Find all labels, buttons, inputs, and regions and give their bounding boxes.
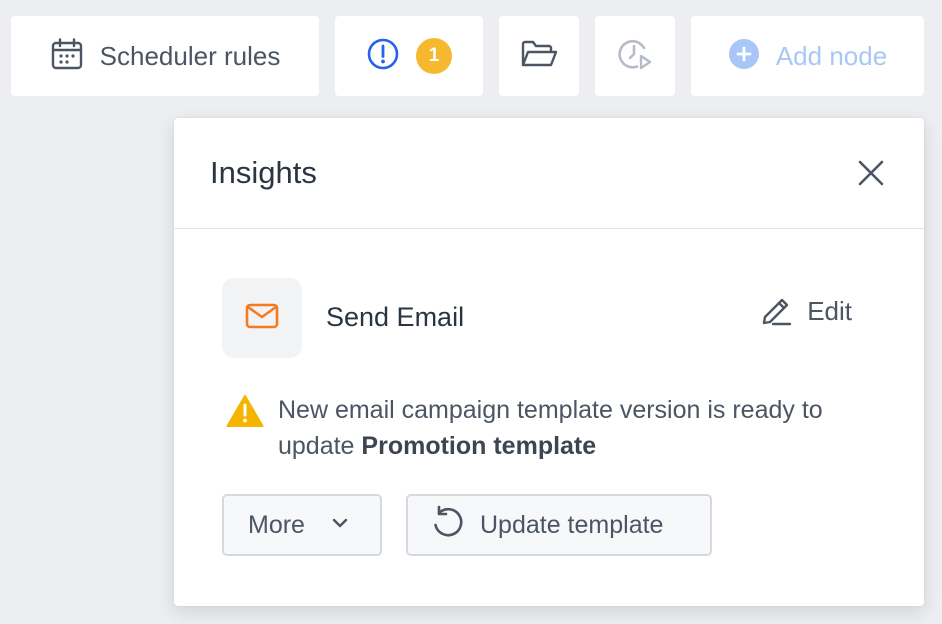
alerts-count-badge: 1 — [416, 38, 452, 74]
plus-circle-icon — [728, 38, 760, 75]
pencil-icon — [757, 291, 793, 332]
node-row: Send Email Edit — [222, 278, 862, 358]
node-name: Send Email — [326, 302, 465, 332]
calendar-icon — [50, 37, 84, 76]
more-button[interactable]: More — [222, 494, 382, 556]
envelope-icon — [245, 303, 279, 334]
insights-header: Insights — [174, 118, 924, 229]
alerts-button[interactable]: 1 — [335, 16, 483, 96]
insights-panel: Insights Send Email Edit New email campa… — [174, 118, 924, 606]
warning-text: New email campaign template version is r… — [278, 392, 876, 464]
refresh-icon — [430, 505, 466, 546]
scheduler-rules-label: Scheduler rules — [99, 40, 281, 71]
update-template-label: Update template — [480, 510, 664, 539]
chevron-down-icon — [331, 516, 349, 534]
open-button[interactable] — [499, 16, 579, 96]
insights-title: Insights — [210, 155, 317, 190]
edit-button[interactable]: Edit — [757, 291, 852, 332]
warning-message: New email campaign template version is r… — [226, 392, 876, 464]
add-node-button[interactable]: Add node — [691, 16, 924, 96]
warning-triangle-icon — [226, 394, 264, 464]
folder-open-icon — [519, 37, 559, 76]
clock-play-icon — [617, 36, 653, 77]
add-node-label: Add node — [775, 40, 888, 71]
history-button[interactable] — [595, 16, 675, 96]
node-icon-tile — [222, 278, 302, 358]
scheduler-rules-button[interactable]: Scheduler rules — [11, 16, 319, 96]
close-icon[interactable] — [856, 158, 886, 188]
edit-label: Edit — [807, 296, 852, 326]
template-name: Promotion template — [361, 432, 597, 460]
update-template-button[interactable]: Update template — [406, 494, 712, 556]
more-label: More — [248, 510, 305, 539]
exclamation-circle-icon — [366, 37, 400, 76]
